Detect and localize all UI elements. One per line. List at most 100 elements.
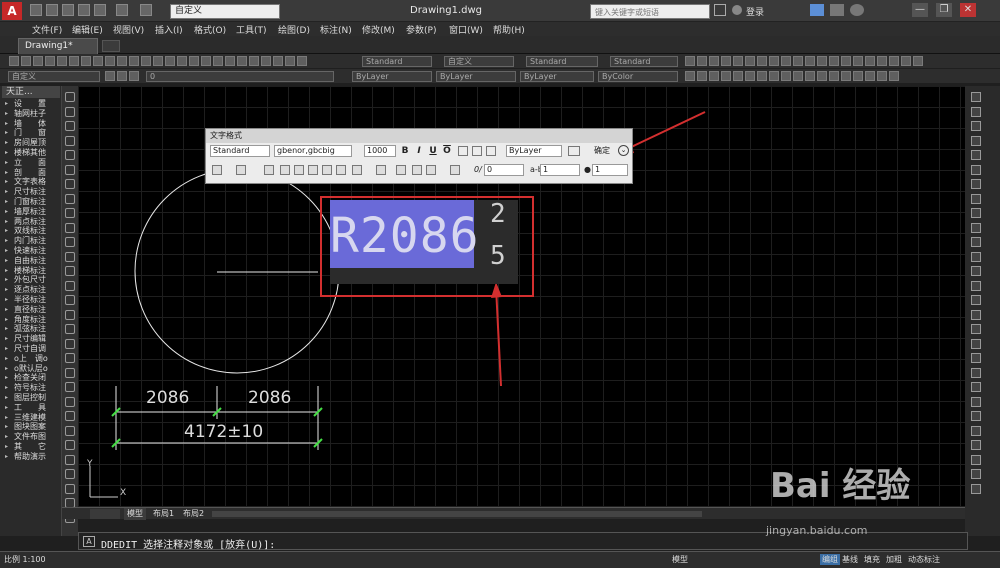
tianzheng-item[interactable]: ▸ 剖 面	[2, 168, 60, 178]
tianzheng-item[interactable]: ▸ 工 具	[2, 403, 60, 413]
draw-tool-icon[interactable]	[65, 367, 75, 378]
mleader-style-combo[interactable]: Standard	[610, 56, 678, 67]
modify-tool-icon[interactable]	[971, 106, 981, 117]
draw-tool-icon[interactable]	[65, 164, 75, 175]
tianzheng-item[interactable]: ▸ 半径标注	[2, 295, 60, 305]
plotstyle-combo[interactable]: ByColor	[598, 71, 678, 82]
status-model[interactable]: 模型	[672, 554, 688, 565]
font-select[interactable]: gbenor,gbcbig	[274, 145, 352, 157]
search-icon[interactable]	[714, 4, 726, 16]
menu-dimension[interactable]: 标注(N)	[320, 23, 352, 36]
menu-file[interactable]: 文件(F)	[32, 23, 62, 36]
underline-button[interactable]: U	[428, 145, 438, 157]
tianzheng-item[interactable]: ▸ 自由标注	[2, 256, 60, 266]
justify-icon[interactable]	[322, 165, 332, 175]
draw-tool-icon[interactable]	[65, 106, 75, 117]
modify-tool-icon[interactable]	[971, 208, 981, 218]
modify-tool-icon[interactable]	[971, 440, 981, 450]
overline-button[interactable]: O	[442, 145, 452, 157]
modify-tool-icon[interactable]	[971, 164, 981, 175]
modify-tool-icon[interactable]	[971, 237, 981, 247]
modify-tool-icon[interactable]	[971, 367, 981, 378]
draw-tool-icon[interactable]	[65, 179, 75, 189]
oblique-angle-input[interactable]: 0	[484, 164, 524, 176]
tianzheng-item[interactable]: ▸ 房间屋顶	[2, 138, 60, 148]
modify-tool-icon[interactable]	[971, 179, 981, 189]
draw-tool-icon[interactable]	[65, 338, 75, 349]
minimize-button[interactable]: —	[912, 3, 928, 17]
align-left-icon[interactable]	[280, 165, 290, 175]
draw-tool-icon[interactable]	[65, 309, 75, 320]
text-height-select[interactable]: 1000	[364, 145, 396, 157]
tianzheng-item[interactable]: ▸ 墙 体	[2, 119, 60, 129]
standard-tool-icons[interactable]	[8, 54, 348, 68]
draw-tool-icon[interactable]	[65, 92, 75, 102]
modify-tool-icon[interactable]	[971, 483, 981, 494]
draw-tool-icon[interactable]	[65, 208, 75, 218]
align-right-icon[interactable]	[308, 165, 318, 175]
tianzheng-item[interactable]: ▸ 楼梯其他	[2, 148, 60, 158]
layer-combo[interactable]: 0	[146, 71, 334, 82]
modify-tool-icon[interactable]	[971, 121, 981, 131]
menu-help[interactable]: 帮助(H)	[493, 23, 525, 36]
autocad-logo-button[interactable]: A	[2, 2, 22, 20]
insert-field-icon[interactable]	[396, 165, 406, 175]
dimension-tool-icons[interactable]	[684, 54, 964, 68]
tianzheng-item[interactable]: ▸ 门 窗	[2, 128, 60, 138]
open-file-icon[interactable]	[46, 4, 58, 16]
modify-tool-icon[interactable]	[971, 324, 981, 334]
draw-tool-icon[interactable]	[65, 280, 75, 291]
tab-layout1[interactable]: 布局1	[150, 508, 177, 520]
modify-tool-icon[interactable]	[971, 454, 981, 465]
tianzheng-item[interactable]: ▸ 直径标注	[2, 305, 60, 315]
menu-modify[interactable]: 修改(M)	[362, 23, 395, 36]
tianzheng-item[interactable]: ▸ 尺寸标注	[2, 187, 60, 197]
tianzheng-item[interactable]: ▸ 角度标注	[2, 315, 60, 325]
redo-icon[interactable]	[140, 4, 152, 16]
menu-insert[interactable]: 插入(I)	[155, 23, 183, 36]
tianzheng-item[interactable]: ▸ 文字表格	[2, 177, 60, 187]
redo-icon[interactable]	[472, 146, 482, 156]
tianzheng-item[interactable]: ▸ 尺寸编辑	[2, 334, 60, 344]
draw-tool-icon[interactable]	[65, 295, 75, 305]
modify-tool-icon[interactable]	[971, 309, 981, 320]
modify-tool-icon[interactable]	[971, 266, 981, 276]
draw-tool-icon[interactable]	[65, 469, 75, 479]
tab-drawing1[interactable]: Drawing1*	[18, 38, 98, 54]
modify-tool-icon[interactable]	[971, 469, 981, 479]
draw-tool-icon[interactable]	[65, 353, 75, 363]
tianzheng-item[interactable]: ▸ 两点标注	[2, 217, 60, 227]
draw-tool-icon[interactable]	[65, 266, 75, 276]
modify-tool-icon[interactable]	[971, 150, 981, 160]
tianzheng-item[interactable]: ▸ 墙厚标注	[2, 207, 60, 217]
tab-layout2[interactable]: 布局2	[180, 508, 207, 520]
tianzheng-item[interactable]: ▸ 轴网柱子	[2, 109, 60, 119]
draw-tool-icon[interactable]	[65, 150, 75, 160]
draw-tool-icon[interactable]	[65, 483, 75, 494]
color-combo[interactable]: ByLayer	[352, 71, 432, 82]
tianzheng-item[interactable]: ▸ 门窗标注	[2, 197, 60, 207]
linetype-combo[interactable]: ByLayer	[436, 71, 516, 82]
maximize-button[interactable]: ❐	[936, 3, 952, 17]
uppercase-icon[interactable]	[412, 165, 422, 175]
ruler-icon[interactable]	[568, 146, 580, 156]
tianzheng-item[interactable]: ▸ 尺寸自调	[2, 344, 60, 354]
tianzheng-item[interactable]: ▸ o默认层o	[2, 364, 60, 374]
paragraph-icon[interactable]	[264, 165, 274, 175]
close-button[interactable]: ✕	[960, 3, 976, 17]
draw-tool-icon[interactable]	[65, 382, 75, 392]
width-factor-input[interactable]: 1	[592, 164, 628, 176]
draw-tool-icon[interactable]	[65, 135, 75, 146]
exchange-icon[interactable]	[810, 4, 824, 16]
tianzheng-item[interactable]: ▸ 双线标注	[2, 226, 60, 236]
menu-view[interactable]: 视图(V)	[113, 23, 144, 36]
ok-button[interactable]: 确定	[590, 144, 614, 158]
status-fill[interactable]: 填充	[864, 554, 880, 565]
draw-tool-icon[interactable]	[65, 121, 75, 131]
tianzheng-item[interactable]: ▸ o上 调o	[2, 354, 60, 364]
distribute-icon[interactable]	[336, 165, 346, 175]
menu-parametric[interactable]: 参数(P)	[406, 23, 436, 36]
print-icon[interactable]	[94, 4, 106, 16]
tianzheng-item[interactable]: ▸ 检查关闭	[2, 373, 60, 383]
tianzheng-item[interactable]: ▸ 楼梯标注	[2, 266, 60, 276]
